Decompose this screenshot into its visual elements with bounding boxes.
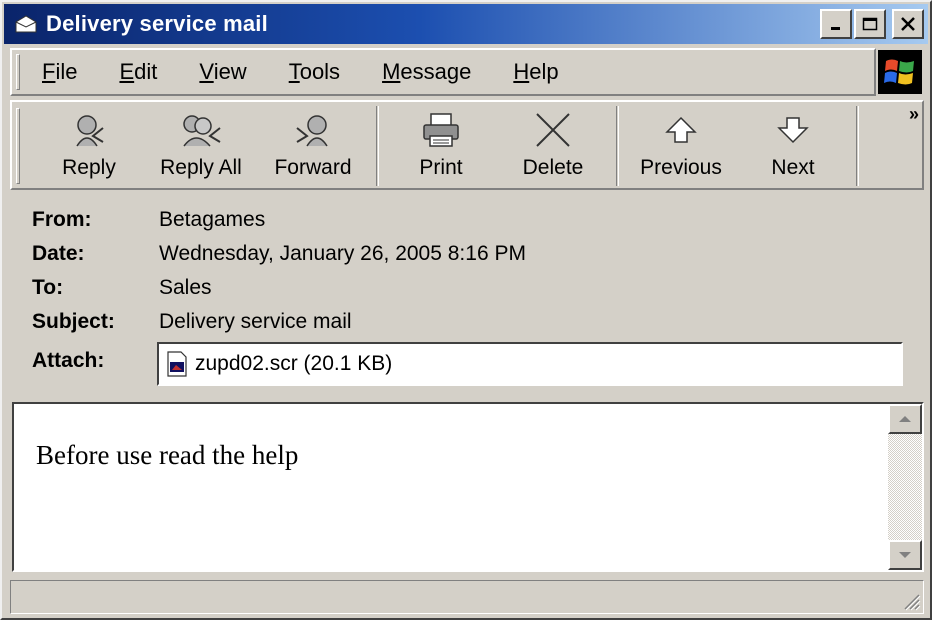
- up-arrow-icon: [665, 116, 697, 143]
- delete-button[interactable]: Delete: [498, 106, 608, 186]
- vertical-scrollbar[interactable]: [888, 404, 922, 570]
- attach-label: Attach:: [32, 349, 105, 372]
- menu-message-rest: essage: [400, 59, 472, 84]
- attachment-file-icon[interactable]: [165, 350, 189, 378]
- to-value: Sales: [159, 276, 212, 299]
- scroll-down-button[interactable]: [888, 540, 922, 570]
- scroll-down-arrow-icon: [899, 552, 911, 558]
- menu-message[interactable]: Message: [376, 57, 477, 87]
- menu-view[interactable]: View: [193, 57, 252, 87]
- menu-tools-rest: ools: [299, 59, 341, 84]
- forward-button[interactable]: Forward: [258, 106, 368, 186]
- printer-icon: [423, 113, 459, 147]
- status-bar: [10, 580, 924, 614]
- toolbar-separator: [616, 106, 619, 186]
- toolbar-overflow-chevron-icon[interactable]: »: [909, 104, 919, 125]
- reply-all-icon: [183, 115, 221, 147]
- menubar-grip[interactable]: [16, 54, 20, 90]
- toolbar: Reply Reply All Forward Print Delete Pre…: [10, 100, 924, 190]
- message-body[interactable]: Before use read the help: [12, 402, 924, 572]
- reply-icon: [76, 115, 104, 147]
- menu-view-rest: iew: [213, 59, 247, 84]
- message-text: Before use read the help: [36, 440, 299, 470]
- mail-envelope-icon: [12, 11, 40, 37]
- toolbar-separator: [376, 106, 379, 186]
- windows-logo-icon: [878, 50, 922, 94]
- date-label: Date:: [32, 242, 85, 265]
- minimize-icon: [831, 27, 840, 30]
- toolbar-separator: [856, 106, 859, 186]
- attachment-field: zupd02.scr (20.1 KB): [157, 342, 903, 386]
- close-icon: [901, 17, 915, 31]
- resize-grip-icon[interactable]: [899, 589, 921, 611]
- print-button[interactable]: Print: [386, 106, 496, 186]
- subject-value: Delivery service mail: [159, 310, 352, 333]
- subject-label: Subject:: [32, 310, 115, 333]
- menu-file[interactable]: File: [36, 57, 83, 87]
- menu-file-rest: ile: [55, 59, 78, 84]
- delete-x-icon: [536, 113, 570, 147]
- reply-button[interactable]: Reply: [34, 106, 144, 186]
- menu-edit-rest: dit: [134, 59, 158, 84]
- from-label: From:: [32, 208, 92, 231]
- reply-all-button[interactable]: Reply All: [146, 106, 256, 186]
- toolbar-grip[interactable]: [16, 108, 20, 184]
- maximize-icon: [862, 17, 878, 31]
- scroll-up-button[interactable]: [888, 404, 922, 434]
- next-button[interactable]: Next: [738, 106, 848, 186]
- window-title: Delivery service mail: [46, 11, 268, 36]
- menu-help[interactable]: Help: [507, 57, 564, 87]
- minimize-button[interactable]: [820, 9, 852, 39]
- menu-tools[interactable]: Tools: [283, 57, 346, 87]
- menu-edit[interactable]: Edit: [113, 57, 163, 87]
- forward-icon: [296, 115, 328, 147]
- title-bar[interactable]: Delivery service mail: [4, 4, 928, 44]
- maximize-button[interactable]: [854, 9, 886, 39]
- to-label: To:: [32, 276, 64, 299]
- menu-help-rest: elp: [529, 59, 559, 84]
- date-value: Wednesday, January 26, 2005 8:16 PM: [159, 242, 526, 265]
- attachment-filename[interactable]: zupd02.scr (20.1 KB): [195, 352, 392, 376]
- previous-button[interactable]: Previous: [626, 106, 736, 186]
- close-button[interactable]: [892, 9, 924, 39]
- from-value: Betagames: [159, 208, 266, 231]
- mail-window: Delivery service mail File Edit View Too…: [0, 0, 932, 620]
- scroll-up-arrow-icon: [899, 416, 911, 422]
- down-arrow-icon: [777, 117, 809, 144]
- menu-bar: File Edit View Tools Message Help: [10, 48, 876, 96]
